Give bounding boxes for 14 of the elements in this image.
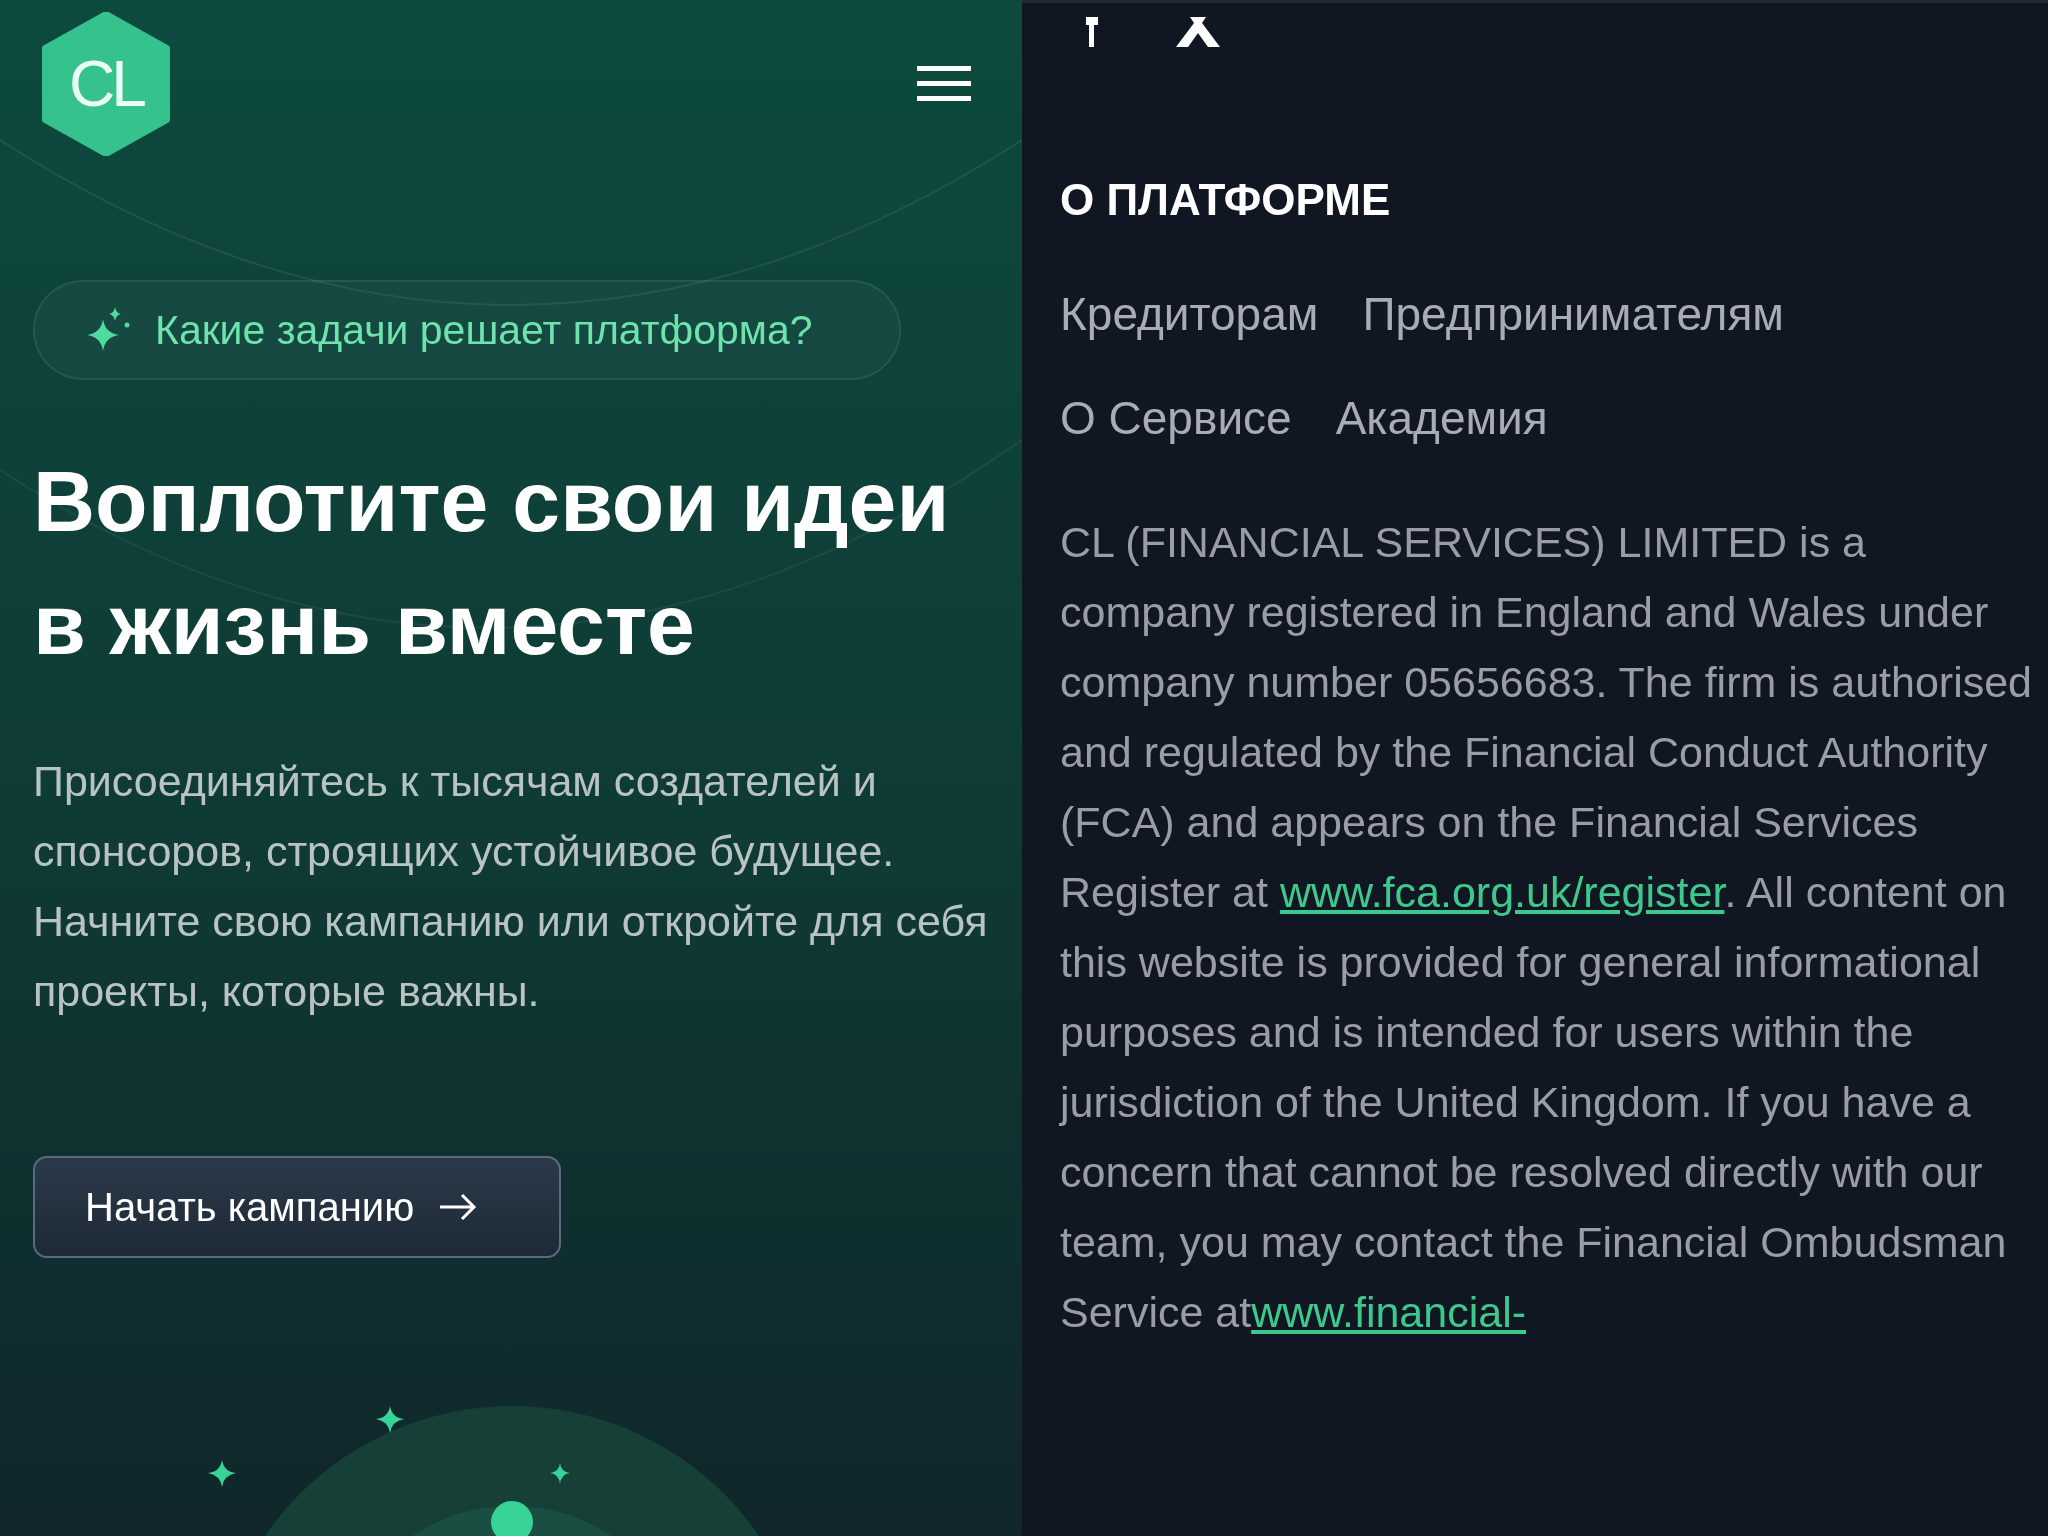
legal-link[interactable]: www.fca.org.uk/register bbox=[1279, 868, 1725, 916]
menu-icon[interactable] bbox=[917, 66, 971, 102]
hero-description: Присоединяйтесь к тысячам создателей и спонсоров, строящих устойчивое будущее. Начните свою кампанию или откройте для себя проекты, которые важны. bbox=[33, 756, 989, 1017]
section-title: О ПЛАТФОРМЕ bbox=[1060, 175, 1392, 225]
legal-text: CL (FINANCIAL SERVICES) LIMITED is a company registered in England and Wales under company number 05656683. The firm is authorised and regulated by the Financial Conduct Authority (FCA) and appears on the Financial Services Register at www.fca.org.uk/register. All content on this website is provided for general informational purposes and is intended for users within the jurisdiction of the United Kingdom. If you have a concern that cannot be resolved directly with our team, you may contact the Financial Ombudsman Service atwww.financial- bbox=[1060, 517, 2034, 1338]
legal-link[interactable]: www.financial- bbox=[1251, 1288, 1527, 1336]
footer-nav-link[interactable]: О Сервисе bbox=[1060, 391, 1292, 445]
footer-nav-link[interactable]: Кредиторам bbox=[1060, 287, 1319, 341]
footer-nav-link[interactable]: Предпринимателям bbox=[1362, 287, 1784, 341]
arrow-right-icon bbox=[438, 1192, 479, 1222]
hero-title: Воплотите свои идеи в жизнь вместе bbox=[33, 452, 951, 674]
footer-nav-link[interactable]: Академия bbox=[1335, 391, 1548, 445]
start-campaign-button[interactable]: Начать кампанию bbox=[33, 1156, 561, 1258]
question-link[interactable]: Какие задачи решает платформа? bbox=[33, 280, 901, 380]
